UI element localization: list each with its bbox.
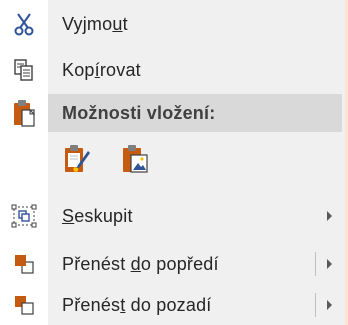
paste-keep-formatting-icon xyxy=(62,143,92,180)
paste-options-row xyxy=(48,136,342,184)
send-backward-icon xyxy=(0,286,48,324)
paste-keep-formatting-button[interactable] xyxy=(60,144,94,178)
paste-options-header: Možnosti vložení: xyxy=(48,94,342,132)
split-separator xyxy=(315,252,316,276)
scissors-icon xyxy=(0,4,48,44)
menu-item-cut-label: Vyjmout xyxy=(62,13,128,34)
menu-item-bring-forward[interactable]: Přenést do popředí xyxy=(0,244,342,284)
group-icon xyxy=(0,196,48,236)
menu-item-bring-forward-label: Přenést do popředí xyxy=(62,253,219,274)
split-separator xyxy=(315,293,316,317)
paste-picture-button[interactable] xyxy=(118,144,152,178)
menu-item-group-label: Seskupit xyxy=(62,205,133,226)
menu-item-copy[interactable]: Kopírovat xyxy=(0,50,342,90)
submenu-arrow-icon[interactable] xyxy=(327,300,332,310)
paste-picture-icon xyxy=(120,143,150,180)
paste-options-title: Možnosti vložení: xyxy=(62,102,216,123)
context-menu: Vyjmout Kopírovat Možnosti vložení: Sesk… xyxy=(0,0,348,325)
menu-item-send-backward[interactable]: Přenést do pozadí xyxy=(0,286,342,324)
menu-item-cut[interactable]: Vyjmout xyxy=(0,4,342,44)
menu-item-send-backward-label: Přenést do pozadí xyxy=(62,294,212,315)
submenu-arrow-icon[interactable] xyxy=(327,259,332,269)
copy-icon xyxy=(0,50,48,90)
menu-item-copy-label: Kopírovat xyxy=(62,59,141,80)
menu-item-group[interactable]: Seskupit xyxy=(0,196,342,236)
bring-forward-icon xyxy=(0,244,48,284)
clipboard-icon xyxy=(0,94,48,132)
submenu-arrow-icon xyxy=(327,211,332,221)
